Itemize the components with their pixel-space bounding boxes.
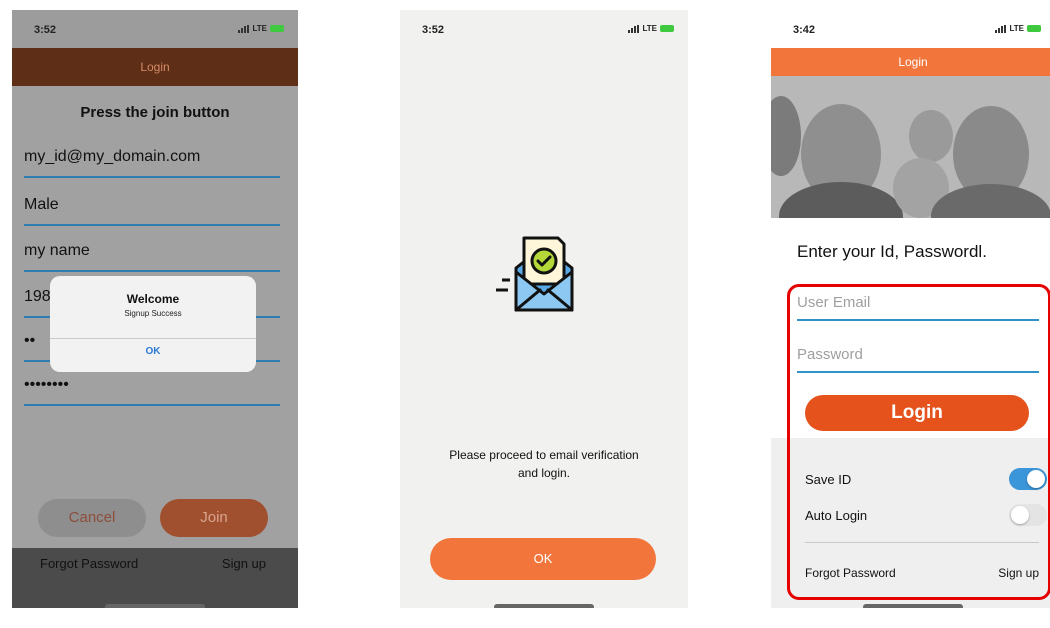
battery-icon (270, 25, 284, 32)
status-bar: 3:52 LTE (400, 10, 688, 48)
home-indicator (105, 604, 205, 608)
gender-field[interactable]: Male (24, 196, 280, 226)
verification-message: Please proceed to email verification and… (400, 446, 688, 482)
name-field[interactable]: my name (24, 242, 280, 272)
status-time: 3:52 (422, 24, 445, 36)
status-icons: LTE (238, 24, 284, 33)
password-confirm-field[interactable]: •••••••• (24, 376, 280, 406)
cancel-button[interactable]: Cancel (38, 499, 146, 537)
network-label: LTE (642, 24, 657, 33)
nav-title: Login (771, 48, 1050, 76)
family-photo-image (771, 76, 1050, 218)
status-time: 3:52 (34, 24, 57, 36)
join-button[interactable]: Join (160, 499, 268, 537)
highlight-box (787, 284, 1050, 600)
phone-email-verification-screen: 3:52 LTE Please proceed to email verific… (400, 10, 688, 608)
alert-title: Welcome (126, 292, 180, 306)
verification-message-line2: and login. (517, 466, 571, 480)
alert-divider (50, 338, 256, 339)
phone-signup-screen: 3:52 LTE Login Press the join button my_… (12, 10, 298, 608)
nav-title: Login (12, 48, 298, 86)
status-bar: 3:52 LTE (12, 10, 298, 48)
battery-icon (660, 25, 674, 32)
alert-message: Signup Success (124, 309, 182, 318)
signal-icon (238, 24, 250, 33)
home-indicator (494, 604, 594, 608)
network-label: LTE (252, 24, 267, 33)
welcome-alert: Welcome Signup Success OK (50, 276, 256, 372)
signal-icon (628, 24, 640, 33)
email-field[interactable]: my_id@my_domain.com (24, 148, 280, 178)
phone-login-screen: 3:42 LTE Login Enter your Id, Passwordl.… (771, 10, 1050, 608)
network-label: LTE (1009, 24, 1024, 33)
status-bar: 3:42 LTE (771, 10, 1050, 48)
alert-ok-button[interactable]: OK (50, 346, 256, 357)
battery-icon (1027, 25, 1041, 32)
email-verified-icon (496, 236, 574, 312)
login-heading: Enter your Id, Passwordl. (797, 242, 987, 261)
home-indicator (863, 604, 963, 608)
ok-button[interactable]: OK (430, 538, 656, 580)
status-time: 3:42 (793, 24, 816, 36)
forgot-password-link[interactable]: Forgot Password (40, 556, 138, 571)
footer-bar: Forgot Password Sign up (12, 548, 298, 608)
status-icons: LTE (995, 24, 1041, 33)
sign-up-link[interactable]: Sign up (222, 556, 266, 571)
verification-message-line1: Please proceed to email verification (449, 448, 639, 462)
status-icons: LTE (628, 24, 674, 33)
signal-icon (995, 24, 1007, 33)
join-instruction: Press the join button (80, 104, 230, 121)
family-photo (771, 76, 1050, 218)
